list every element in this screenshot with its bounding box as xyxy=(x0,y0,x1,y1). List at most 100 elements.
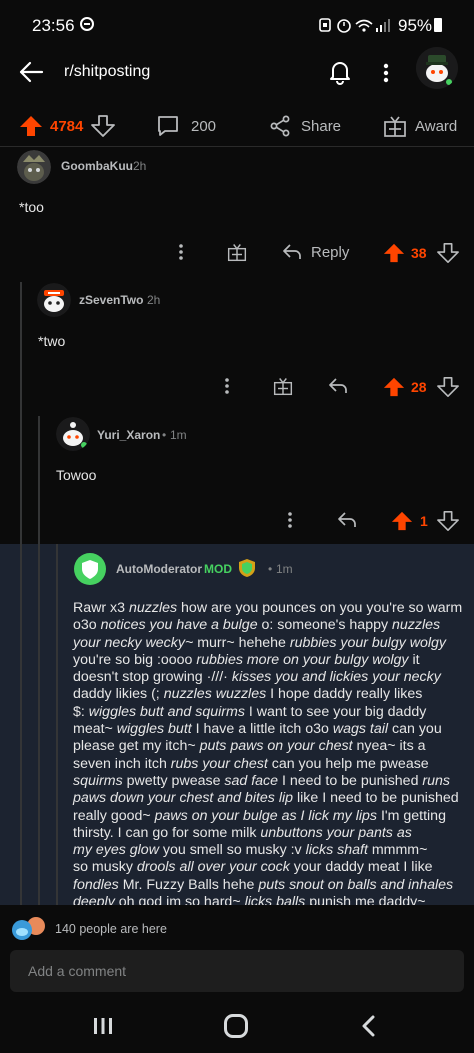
italic-run: rubbies more on your bulgy wolgy xyxy=(196,651,409,668)
downvote-icon[interactable] xyxy=(437,242,459,264)
avatar[interactable] xyxy=(37,283,71,317)
italic-run: wiggles butt and squirms xyxy=(88,703,245,720)
italic-run: paws down your chest and bites lip xyxy=(73,790,294,807)
status-time: 23:56 xyxy=(32,16,75,35)
text-run: so musky xyxy=(73,859,137,876)
text-run: Rawr x3 xyxy=(73,600,129,616)
comment-text: *too xyxy=(19,199,44,215)
status-bar: 23:56 95% xyxy=(0,0,474,50)
italic-run: wags tail xyxy=(332,721,389,738)
text-run: I need to be punished xyxy=(278,772,423,789)
italic-run: sad face xyxy=(224,772,279,789)
comment-age: 1m xyxy=(276,562,293,576)
downvote-icon[interactable] xyxy=(437,376,459,398)
text-run: $: xyxy=(73,703,89,720)
award-icon[interactable] xyxy=(227,242,247,262)
text-run: thirsty. I can go for some milk xyxy=(73,824,261,841)
text-run: I have a little itch o3o xyxy=(191,721,333,738)
italic-run: puts paws on your chest xyxy=(199,738,353,755)
reply-button[interactable]: Reply xyxy=(311,244,349,261)
subreddit-title[interactable]: r/shitposting xyxy=(64,63,150,81)
thread-line[interactable] xyxy=(38,544,40,906)
thread-line[interactable] xyxy=(20,544,22,906)
text-run: I want to see your big daddy xyxy=(244,703,427,720)
separator: • xyxy=(162,428,167,442)
avatar[interactable] xyxy=(17,150,51,184)
comment-username[interactable]: zSevenTwo xyxy=(79,293,143,307)
italic-run: your necky wecky~ xyxy=(73,634,194,651)
more-vert-icon[interactable] xyxy=(380,60,392,86)
recent-apps-icon[interactable] xyxy=(92,1017,114,1035)
upvote-icon[interactable] xyxy=(383,242,405,264)
comment-text: Rawr x3 nuzzles how are you pounces on y… xyxy=(73,600,469,911)
user-avatar[interactable] xyxy=(416,47,458,89)
more-vert-icon[interactable] xyxy=(175,242,187,262)
text-run: I'm getting xyxy=(377,807,446,824)
reply-icon[interactable] xyxy=(337,510,357,530)
comment-username[interactable]: Yuri_Xaron xyxy=(97,428,160,442)
comment-score: 28 xyxy=(411,379,427,395)
mod-badge: MOD xyxy=(204,562,232,576)
italic-run: unbuttons your pants as xyxy=(260,824,412,841)
italic-run: notices you have a bulge xyxy=(100,617,258,634)
comment-icon[interactable] xyxy=(156,114,180,138)
comment-count[interactable]: 200 xyxy=(191,118,216,135)
upvote-icon[interactable] xyxy=(391,510,413,532)
divider xyxy=(0,146,474,147)
text-run: Mr. Fuzzy Balls hehe xyxy=(118,876,259,893)
text-line: thirsty. I can go for some milk unbutton… xyxy=(73,825,469,842)
text-line: o3o notices you have a bulge o: someone'… xyxy=(73,617,469,634)
text-line: seven inch itch rubs your chest can you … xyxy=(73,756,469,773)
italic-run: licks shaft xyxy=(305,842,368,859)
comment-text: *two xyxy=(38,333,66,349)
text-line: squirms pwetty pwease sad face I need to… xyxy=(73,773,469,790)
italic-run: drools all over your cock xyxy=(136,859,290,876)
award-icon[interactable] xyxy=(273,376,293,396)
text-run: really good~ xyxy=(73,807,155,824)
text-run: can you xyxy=(388,721,442,738)
avatar[interactable] xyxy=(74,553,106,585)
italic-run: runs xyxy=(422,772,451,789)
upvote-icon[interactable] xyxy=(19,114,43,138)
home-button[interactable] xyxy=(224,1014,248,1038)
italic-run: kisses you and lickies your necky xyxy=(231,669,441,686)
share-button[interactable]: Share xyxy=(301,118,341,135)
reply-icon[interactable] xyxy=(328,376,348,396)
more-vert-icon[interactable] xyxy=(221,376,233,396)
people-here: 140 people are here xyxy=(55,922,167,936)
comment-username[interactable]: AutoModerator xyxy=(116,562,202,576)
italic-run: nuzzles wuzzles xyxy=(163,686,267,703)
text-line: my eyes glow you smell so musky :v licks… xyxy=(73,842,469,859)
downvote-icon[interactable] xyxy=(437,510,459,532)
avatar[interactable] xyxy=(56,417,90,451)
comment-text: Towoo xyxy=(56,467,97,483)
nav-back-icon[interactable] xyxy=(360,1015,376,1037)
dnd-icon xyxy=(80,17,94,31)
comment-score: 38 xyxy=(411,245,427,261)
text-run: o3o xyxy=(73,617,101,634)
award-icon[interactable] xyxy=(383,114,407,138)
italic-run: squirms xyxy=(73,772,123,789)
text-run: nyea~ its a xyxy=(352,738,426,755)
text-line: your necky wecky~ murr~ hehehe rubbies y… xyxy=(73,635,469,652)
back-arrow-icon[interactable] xyxy=(18,60,44,84)
text-run: please get my itch~ xyxy=(73,738,200,755)
text-run: it xyxy=(408,651,420,668)
thread-line[interactable] xyxy=(56,544,58,906)
italic-run: paws on your bulge as I lick my lips xyxy=(154,807,378,824)
text-line: please get my itch~ puts paws on your ch… xyxy=(73,738,469,755)
reply-icon[interactable] xyxy=(282,242,302,262)
text-run: meat~ xyxy=(73,721,117,738)
bell-icon[interactable] xyxy=(327,59,353,85)
share-icon[interactable] xyxy=(268,114,292,138)
comment-username[interactable]: GoombaKuu xyxy=(61,159,133,173)
text-run: pwetty pwease xyxy=(122,772,225,789)
text-run: can you help me pwease xyxy=(267,755,429,772)
downvote-icon[interactable] xyxy=(91,114,115,138)
text-line: you're so big :oooo rubbies more on your… xyxy=(73,652,469,669)
award-button[interactable]: Award xyxy=(415,118,457,135)
text-line: Rawr x3 nuzzles how are you pounces on y… xyxy=(73,600,469,617)
battery-icon xyxy=(434,18,442,32)
upvote-icon[interactable] xyxy=(383,376,405,398)
more-vert-icon[interactable] xyxy=(284,510,296,530)
